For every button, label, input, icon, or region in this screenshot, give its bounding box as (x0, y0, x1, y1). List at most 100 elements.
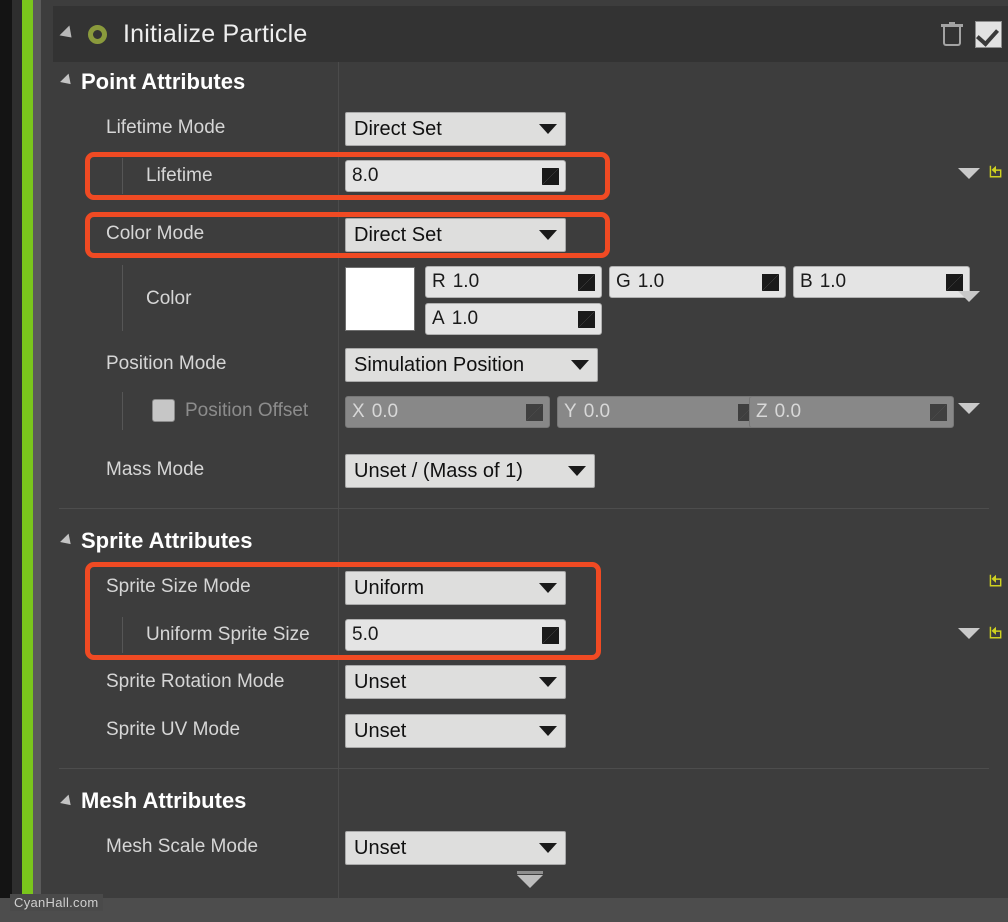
chevron-down-icon (568, 466, 586, 476)
dropdown-sprite-rotation-mode-value: Unset (354, 670, 407, 693)
green-ring-icon (88, 24, 107, 44)
module-enabled-checkbox[interactable] (975, 20, 1002, 48)
input-lifetime-value: 8.0 (352, 165, 379, 186)
drag-handle-icon[interactable] (762, 273, 779, 291)
chevron-down-icon (539, 677, 557, 687)
stack-accent-bar (22, 0, 33, 922)
input-uniform-sprite-size-value: 5.0 (352, 624, 379, 645)
expand-chevron-uniform-sprite-size[interactable] (958, 628, 980, 639)
drag-handle-icon[interactable] (930, 403, 947, 421)
expand-down-bar (517, 871, 543, 874)
input-position-offset-x-prefix: X (352, 401, 365, 422)
dropdown-sprite-size-mode-value: Uniform (354, 576, 425, 599)
label-color: Color (146, 288, 192, 309)
input-position-offset-x-value: 0.0 (371, 401, 399, 422)
section-toggle-point[interactable] (60, 73, 75, 89)
indent-guide (122, 392, 123, 430)
label-sprite-size-mode: Sprite Size Mode (106, 576, 251, 597)
label-sprite-rotation-mode: Sprite Rotation Mode (106, 671, 285, 692)
page-title: Initialize Particle (123, 19, 308, 48)
label-position-offset: Position Offset (185, 400, 309, 421)
input-color-r[interactable]: R 1.0 (425, 266, 602, 298)
chevron-down-icon (539, 843, 557, 853)
input-position-offset-z-value: 0.0 (774, 401, 802, 422)
input-color-r-value: 1.0 (452, 271, 480, 292)
gutter-dark (12, 0, 22, 922)
input-position-offset-x[interactable]: X 0.0 (345, 396, 550, 428)
section-toggle-sprite[interactable] (60, 533, 75, 549)
trash-icon[interactable] (941, 22, 963, 46)
checkbox-position-offset[interactable] (152, 399, 175, 422)
drag-handle-icon[interactable] (946, 273, 963, 291)
module-header[interactable]: Initialize Particle (53, 6, 1008, 62)
gutter-pad (41, 0, 53, 922)
input-position-offset-z[interactable]: Z 0.0 (749, 396, 954, 428)
input-color-r-prefix: R (432, 271, 446, 292)
niagara-module-panel: Initialize Particle Point Attributes Lif… (0, 0, 1008, 922)
dropdown-position-mode[interactable]: Simulation Position (345, 348, 598, 382)
dropdown-sprite-uv-mode-value: Unset (354, 719, 407, 742)
section-header-mesh: Mesh Attributes (81, 788, 247, 813)
input-color-a-prefix: A (432, 308, 445, 329)
dropdown-mass-mode-value: Unset / (Mass of 1) (354, 459, 523, 482)
chevron-down-icon (571, 360, 589, 370)
triangle-collapse-icon[interactable] (59, 25, 77, 43)
drag-handle-icon[interactable] (542, 626, 559, 644)
header-actions (941, 20, 1008, 48)
gutter-outer (0, 0, 12, 922)
input-color-g[interactable]: G 1.0 (609, 266, 786, 298)
dropdown-mesh-scale-mode-value: Unset (354, 836, 407, 859)
watermark: CyanHall.com (10, 894, 103, 911)
expand-down-icon[interactable] (517, 875, 543, 888)
bottom-strip (0, 898, 1008, 922)
input-color-g-value: 1.0 (637, 271, 665, 292)
chevron-down-icon (539, 726, 557, 736)
color-swatch[interactable] (345, 267, 415, 331)
input-position-offset-y-prefix: Y (564, 401, 577, 422)
indent-guide (122, 158, 123, 194)
input-position-offset-y-value: 0.0 (583, 401, 611, 422)
dropdown-position-mode-value: Simulation Position (354, 353, 525, 376)
drag-handle-icon[interactable] (542, 167, 559, 185)
input-color-b-prefix: B (800, 271, 813, 292)
input-lifetime[interactable]: 8.0 (345, 160, 566, 192)
dropdown-color-mode[interactable]: Direct Set (345, 218, 566, 252)
dropdown-mesh-scale-mode[interactable]: Unset (345, 831, 566, 865)
expand-chevron-color[interactable] (958, 291, 980, 302)
section-toggle-mesh[interactable] (60, 794, 75, 810)
input-uniform-sprite-size[interactable]: 5.0 (345, 619, 566, 651)
label-color-mode: Color Mode (106, 223, 205, 244)
expand-chevron-position-offset[interactable] (958, 403, 980, 414)
input-color-a-value: 1.0 (451, 308, 479, 329)
indent-guide (122, 617, 123, 653)
input-position-offset-z-prefix: Z (756, 401, 768, 422)
drag-handle-icon[interactable] (578, 273, 595, 291)
dropdown-mass-mode[interactable]: Unset / (Mass of 1) (345, 454, 595, 488)
dropdown-lifetime-mode-value: Direct Set (354, 117, 442, 140)
dropdown-color-mode-value: Direct Set (354, 223, 442, 246)
dropdown-lifetime-mode[interactable]: Direct Set (345, 112, 566, 146)
reset-to-default-icon-lifetime[interactable] (987, 164, 1005, 182)
label-mass-mode: Mass Mode (106, 459, 205, 480)
dropdown-sprite-uv-mode[interactable]: Unset (345, 714, 566, 748)
chevron-down-icon (539, 583, 557, 593)
drag-handle-icon[interactable] (578, 310, 595, 328)
expand-chevron-lifetime[interactable] (958, 168, 980, 179)
label-mesh-scale-mode: Mesh Scale Mode (106, 836, 259, 857)
input-color-a[interactable]: A 1.0 (425, 303, 602, 335)
label-position-mode: Position Mode (106, 353, 227, 374)
reset-to-default-icon-uniform-sprite-size[interactable] (987, 625, 1005, 643)
module-body: Initialize Particle Point Attributes Lif… (53, 0, 1008, 898)
drag-handle-icon[interactable] (526, 403, 543, 421)
column-divider (338, 62, 339, 898)
section-header-point: Point Attributes (81, 69, 246, 94)
input-position-offset-y[interactable]: Y 0.0 (557, 396, 762, 428)
indent-guide (122, 265, 123, 331)
dropdown-sprite-rotation-mode[interactable]: Unset (345, 665, 566, 699)
reset-to-default-icon-sprite-size-mode[interactable] (987, 573, 1005, 591)
section-separator (59, 508, 989, 509)
dropdown-sprite-size-mode[interactable]: Uniform (345, 571, 566, 605)
input-color-b[interactable]: B 1.0 (793, 266, 970, 298)
section-separator (59, 768, 989, 769)
chevron-down-icon (539, 230, 557, 240)
